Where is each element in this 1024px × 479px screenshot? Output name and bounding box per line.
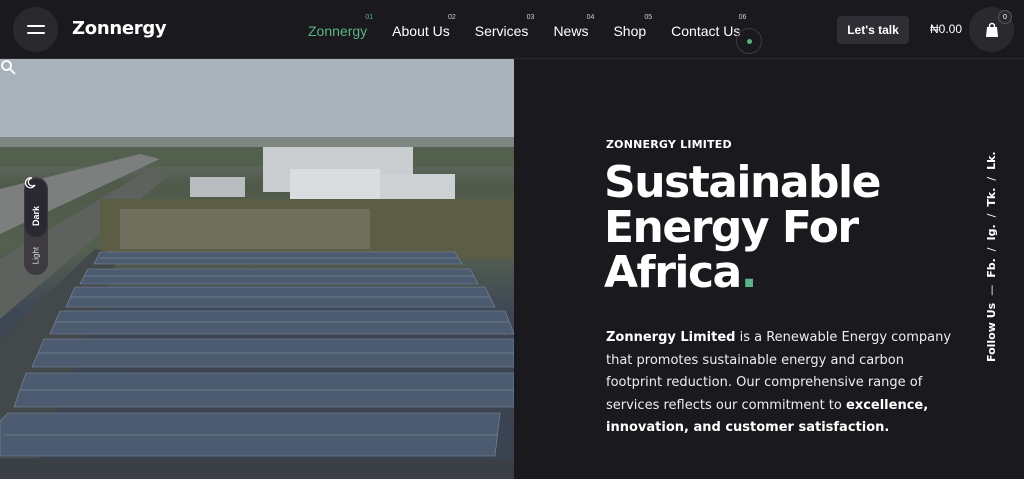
nav-item-number: 03 [526, 14, 535, 21]
site-logo[interactable]: Zonnergy [72, 18, 167, 39]
follow-label: Follow Us [985, 302, 998, 362]
nav-item-news[interactable]: 04 News [553, 14, 594, 39]
nav-item-number: 06 [738, 14, 747, 21]
nav-item-label: Zonnergy [308, 23, 368, 39]
hamburger-menu-button[interactable] [13, 7, 58, 52]
nav-item-label: News [553, 23, 589, 39]
theme-light-label[interactable]: Light [32, 246, 41, 266]
cart-total[interactable]: ₦0.00 [930, 22, 962, 36]
social-link-tiktok[interactable]: Tk. [985, 188, 998, 207]
social-separator: / [985, 213, 998, 218]
hero-title-line3: Africa [604, 247, 742, 298]
nav-item-number: 01 [365, 14, 374, 21]
nav-item-zonnergy[interactable]: 01 Zonnergy [308, 14, 373, 39]
cart-button[interactable]: 0 [969, 7, 1014, 52]
nav-item-shop[interactable]: 05 Shop [613, 14, 652, 39]
nav-item-label: About Us [392, 23, 450, 39]
nav-item-label: Contact Us [671, 23, 741, 39]
cursor-dot-button[interactable] [736, 28, 762, 54]
theme-dark-label[interactable]: Dark [31, 206, 41, 226]
nav-item-contact-us[interactable]: 06 Contact Us [671, 14, 746, 39]
hero-title-dot: . [740, 247, 758, 298]
shopping-bag-icon [985, 22, 998, 37]
hero-title-line1: Sustainable [604, 157, 881, 208]
social-follow-bar: Follow Us — Fb. / Ig. / Tk. / Lk. [985, 151, 998, 362]
menu-line-icon [26, 25, 45, 27]
social-separator: / [985, 176, 998, 181]
nav-item-about-us[interactable]: 02 About Us [392, 14, 456, 39]
social-link-instagram[interactable]: Ig. [985, 224, 998, 240]
moon-icon [24, 177, 36, 189]
hero-description: Zonnergy Limited is a Renewable Energy c… [606, 327, 958, 440]
nav-item-number: 04 [586, 14, 595, 21]
cart-count-badge: 0 [998, 10, 1012, 24]
solar-farm-illustration [0, 59, 514, 479]
hero-solar-image: Dark Light [0, 59, 514, 479]
main-nav: 01 Zonnergy 02 About Us 03 Services 04 N… [308, 14, 746, 39]
social-link-linkedin[interactable]: Lk. [985, 151, 998, 170]
hero-title-line2: Energy For [604, 202, 859, 253]
hero-title: Sustainable Energy For Africa. [604, 160, 934, 295]
lets-talk-button[interactable]: Let's talk [837, 16, 909, 44]
social-link-facebook[interactable]: Fb. [985, 258, 998, 278]
nav-item-number: 02 [447, 14, 456, 21]
social-separator: / [985, 247, 998, 252]
nav-item-label: Services [474, 23, 529, 39]
hero-eyebrow: ZONNERGY LIMITED [606, 138, 732, 151]
search-icon[interactable] [0, 59, 16, 75]
nav-item-services[interactable]: 03 Services [474, 14, 535, 39]
theme-toggle[interactable]: Dark Light [24, 177, 48, 275]
nav-item-label: Shop [613, 23, 647, 39]
nav-item-number: 05 [644, 14, 653, 21]
follow-dash: — [985, 284, 998, 296]
desc-company: Zonnergy Limited [606, 330, 736, 345]
site-header: Zonnergy 01 Zonnergy 02 About Us 03 Serv… [0, 0, 1024, 59]
menu-line-icon [26, 32, 45, 34]
green-dot-icon [746, 38, 752, 44]
